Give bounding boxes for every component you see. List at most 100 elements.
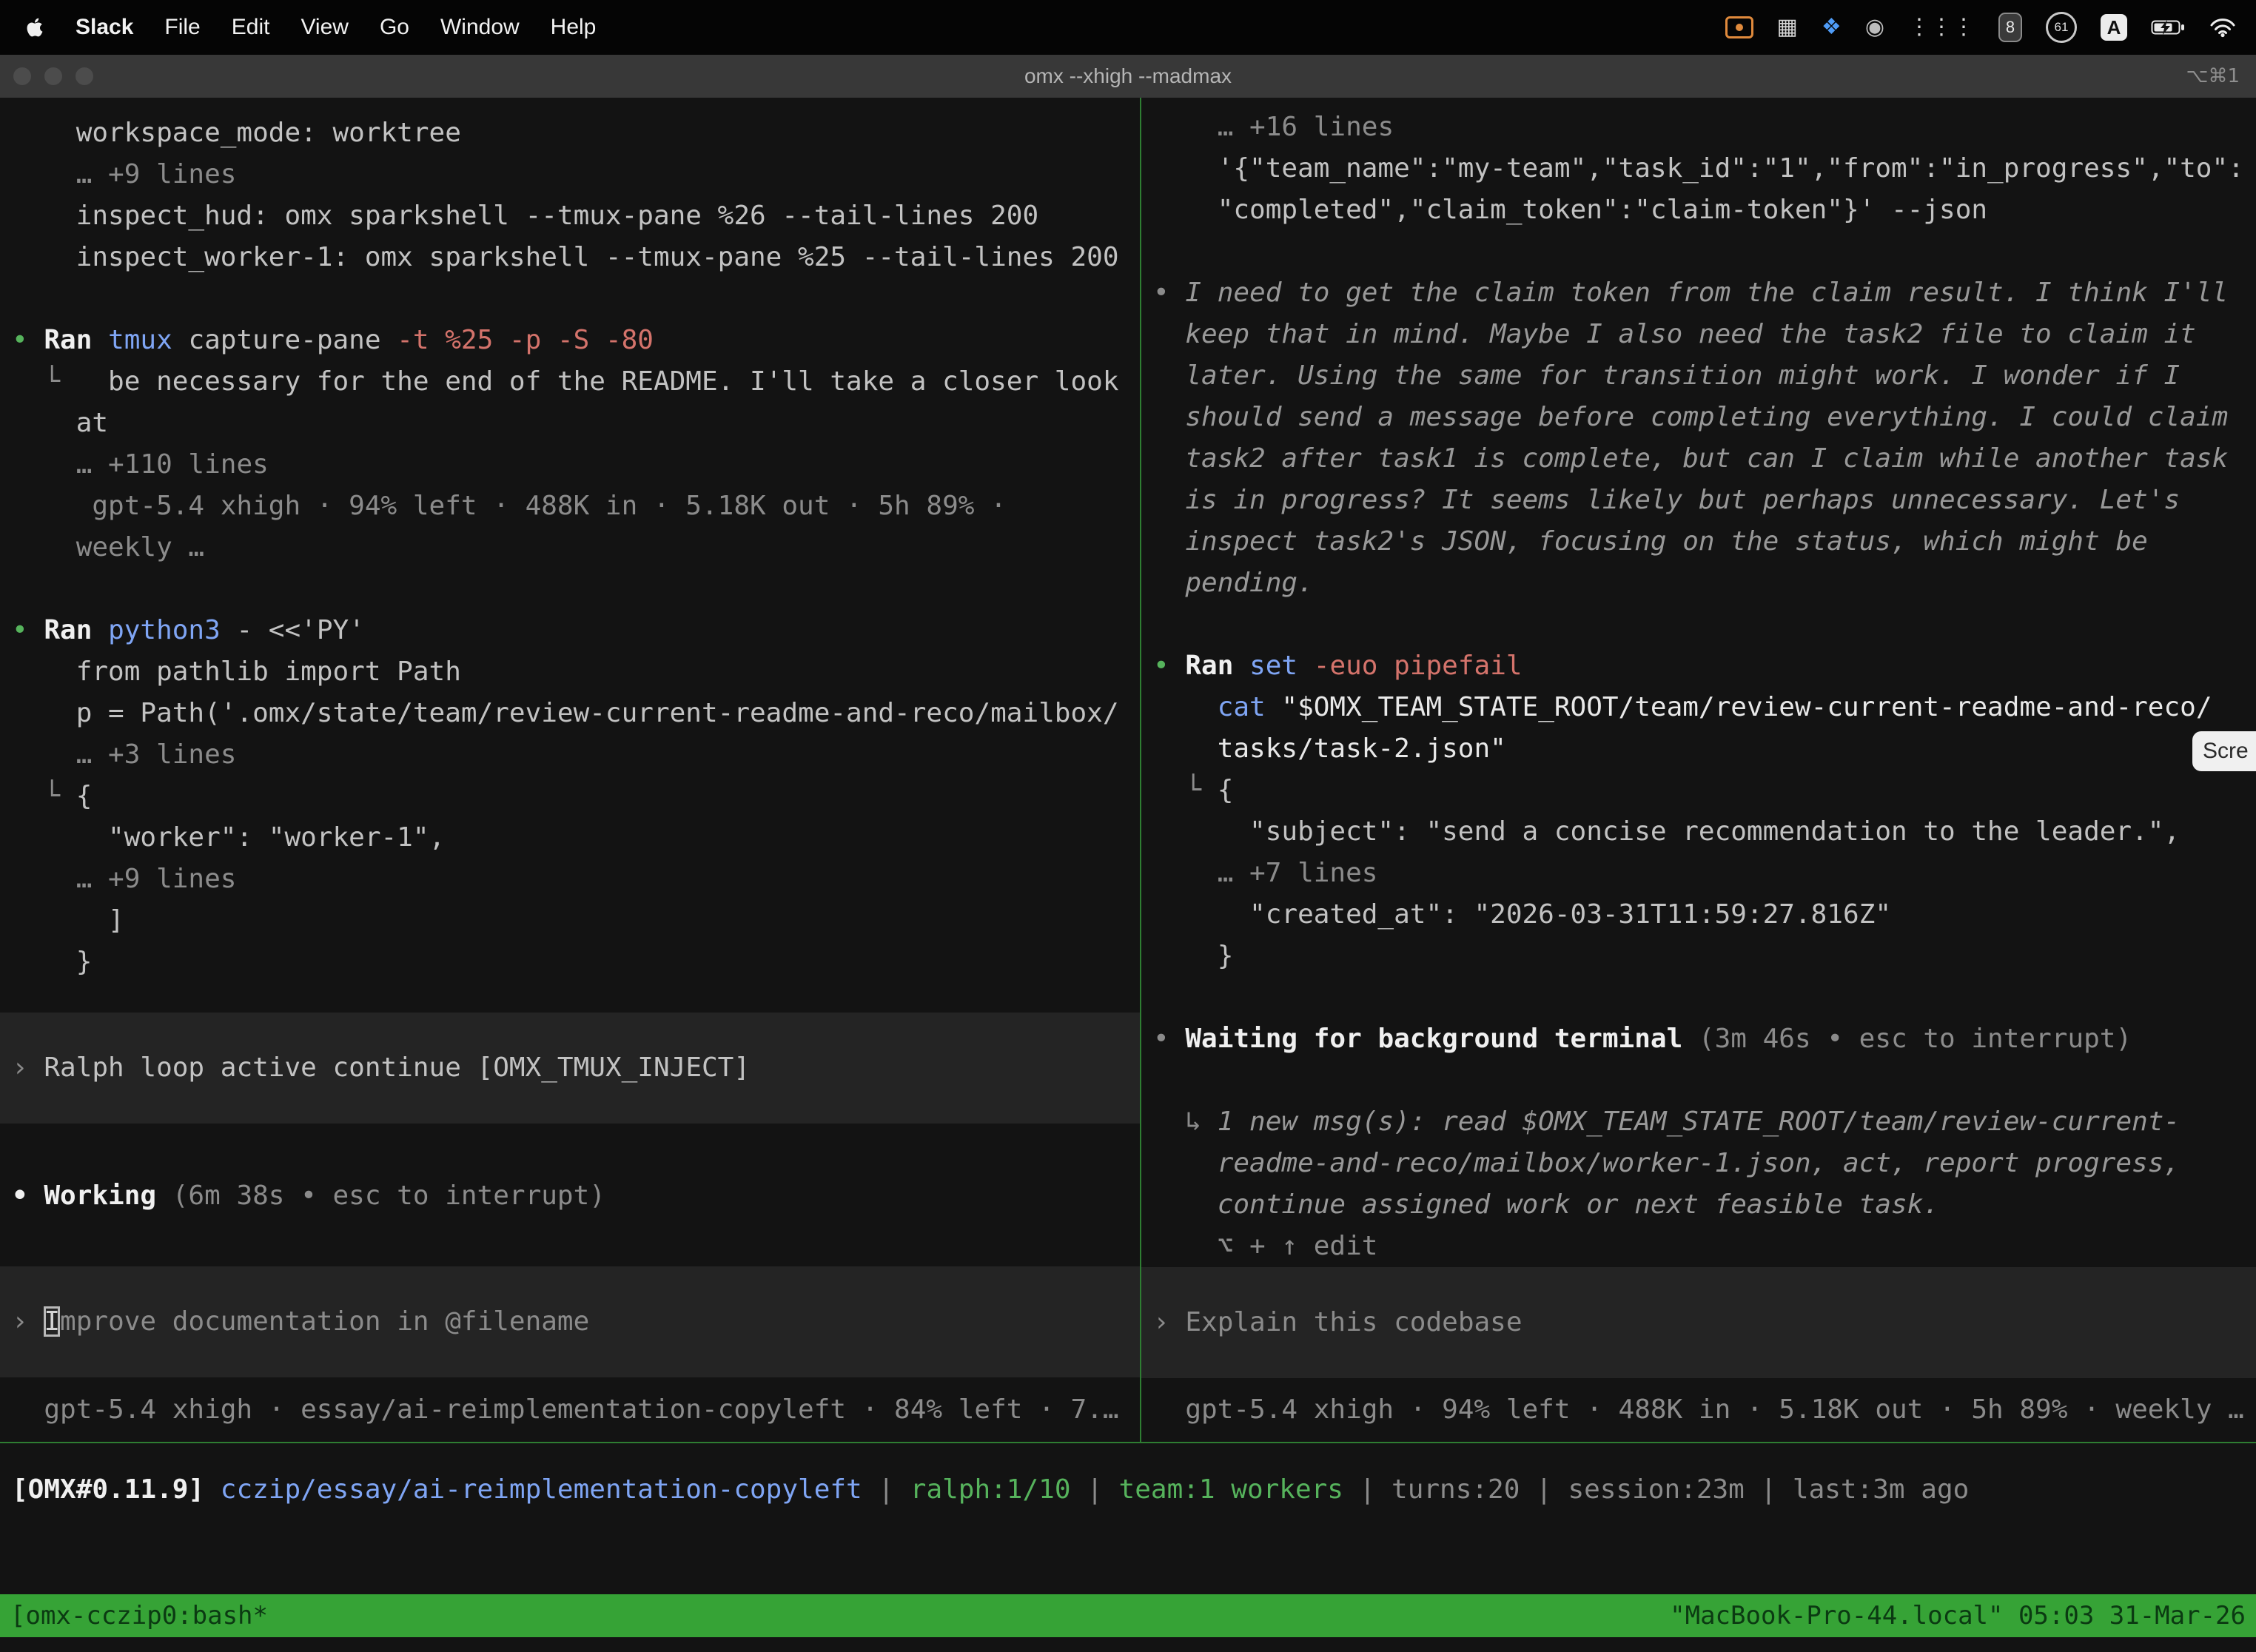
terminal-line: "subject": "send a concise recommendatio…: [1141, 811, 2256, 853]
terminal-text: }: [1153, 941, 1233, 971]
terminal-text: at: [12, 408, 108, 438]
terminal-line: › Explain this codebase: [1141, 1302, 2256, 1343]
terminal-text: from pathlib import Path: [12, 657, 461, 687]
status-segment: |: [1520, 1474, 1568, 1505]
terminal-text: be necessary for the end of the README. …: [108, 366, 1118, 397]
menu-item-view[interactable]: View: [301, 15, 348, 40]
grid-window-icon[interactable]: ▦: [1777, 0, 1798, 55]
terminal-text: •: [12, 615, 44, 645]
terminal-line: "worker": "worker-1",: [0, 817, 1140, 859]
terminal-text: p = Path('.omx/state/team/review-current…: [12, 698, 1119, 728]
terminal-line: continue assigned work or next feasible …: [1141, 1184, 2256, 1226]
terminal-text: ›: [12, 1052, 44, 1083]
terminal-line: ⌥ + ↑ edit: [1141, 1226, 2256, 1267]
terminal-text: Ran: [44, 615, 108, 645]
menu-item-help[interactable]: Help: [551, 15, 597, 40]
terminal-line: gpt-5.4 xhigh · 94% left · 488K in · 5.1…: [1141, 1389, 2256, 1431]
terminal-line: '{"team_name":"my-team","task_id":"1","f…: [1141, 148, 2256, 189]
terminal-text: [1153, 858, 1218, 888]
ralph-loop-banner[interactable]: › Ralph loop active continue [OMX_TMUX_I…: [0, 1013, 1140, 1124]
composer-input[interactable]: › Improve documentation in @filename: [0, 1266, 1140, 1377]
terminal-text: [1153, 112, 1218, 142]
status-segment: session:23m: [1568, 1474, 1744, 1505]
terminal-blank-line: [1141, 1060, 2256, 1101]
status-segment: |: [862, 1474, 910, 1505]
terminal-line: weekly …: [0, 527, 1140, 568]
window-title: omx --xhigh --madmax: [0, 64, 2256, 88]
terminal-line: tasks/task-2.json": [1141, 728, 2256, 770]
terminal-text: └: [1153, 775, 1218, 805]
terminal-line: from pathlib import Path: [0, 651, 1140, 693]
terminal-text: Ran: [1185, 651, 1249, 681]
terminal-line: gpt-5.4 xhigh · 94% left · 488K in · 5.1…: [0, 486, 1140, 527]
terminal-text: capture-pane: [172, 325, 397, 355]
dots-grid-icon[interactable]: ⋮⋮⋮: [1908, 0, 1975, 55]
terminal-line: "completed","claim_token":"claim-token"}…: [1141, 189, 2256, 231]
status-segment: last:3m ago: [1793, 1474, 1969, 1505]
terminal-line: cat "$OMX_TEAM_STATE_ROOT/team/review-cu…: [1141, 687, 2256, 728]
input-source-icon[interactable]: A: [2101, 14, 2127, 41]
terminal-pane-left[interactable]: workspace_mode: worktree … +9 lines insp…: [0, 98, 1140, 1442]
terminal-line: › Improve documentation in @filename: [0, 1301, 1140, 1343]
terminal-text: Working: [44, 1181, 172, 1211]
wifi-icon[interactable]: [2209, 17, 2237, 38]
terminal: workspace_mode: worktree … +9 lines insp…: [0, 98, 2256, 1652]
terminal-text: (3m 46s • esc to interrupt): [1699, 1024, 2132, 1054]
menu-item-window[interactable]: Window: [440, 15, 520, 40]
gauge-icon[interactable]: 61: [2046, 12, 2077, 43]
status-segment: turns:20: [1391, 1474, 1520, 1505]
menu-item-edit[interactable]: Edit: [232, 15, 270, 40]
terminal-line: … +16 lines: [1141, 107, 2256, 148]
terminal-line: task2 after task1 is complete, but can I…: [1141, 438, 2256, 480]
terminal-line: is in progress? It seems likely but perh…: [1141, 480, 2256, 521]
terminal-text: 1 new msg(s): read $OMX_TEAM_STATE_ROOT/…: [1218, 1107, 2180, 1137]
menu-item-file[interactable]: File: [164, 15, 200, 40]
terminal-text: └: [12, 366, 108, 397]
screenshot-thumbnail[interactable]: Scre: [2192, 731, 2256, 771]
terminal-line: • Ran python3 - <<'PY': [0, 610, 1140, 651]
terminal-text: set: [1249, 651, 1297, 681]
terminal-text: … +3 lines: [76, 739, 237, 770]
terminal-line: … +9 lines: [0, 154, 1140, 195]
terminal-text: is in progress? It seems likely but perh…: [1153, 485, 2180, 515]
window-title-bar[interactable]: omx --xhigh --madmax ⌥⌘1: [0, 55, 2256, 99]
blue-app-icon[interactable]: ❖: [1822, 0, 1842, 55]
terminal-line: workspace_mode: worktree: [0, 113, 1140, 154]
tmux-host-time: "MacBook-Pro-44.local" 05:03 31-Mar-26: [1670, 1601, 2246, 1631]
terminal-text: "$OMX_TEAM_STATE_ROOT/team/review-curren…: [1266, 692, 2212, 722]
pane-divider-horizontal: [0, 1442, 2256, 1443]
terminal-text: gpt-5.4 xhigh · 94% left · 488K in · 5.1…: [1153, 1394, 2244, 1425]
tmux-session-label: [omx-cczip0:bash*: [10, 1601, 268, 1631]
battery-icon[interactable]: [2151, 19, 2185, 36]
menu-item-go[interactable]: Go: [380, 15, 409, 40]
key-app-icon[interactable]: 8: [1998, 13, 2022, 42]
terminal-line: readme-and-reco/mailbox/worker-1.json, a…: [1141, 1143, 2256, 1184]
terminal-line: • Waiting for background terminal (3m 46…: [1141, 1018, 2256, 1060]
terminal-text: •: [12, 1181, 44, 1211]
screen: Slack File Edit View Go Window Help ▦ ❖ ◉ ⋮⋮⋮ 8 61…: [0, 0, 2256, 1652]
composer-input[interactable]: › Explain this codebase: [1141, 1267, 2256, 1378]
terminal-text: keep that in mind. Maybe I also need the…: [1153, 319, 2196, 349]
terminal-text: •: [12, 325, 44, 355]
terminal-text: cat: [1218, 692, 1266, 722]
apple-menu-icon[interactable]: [25, 16, 44, 38]
terminal-text: [12, 739, 76, 770]
terminal-pane-right[interactable]: … +16 lines '{"team_name":"my-team","tas…: [1141, 98, 2256, 1442]
terminal-text: -euo pipefail: [1314, 651, 1523, 681]
dark-circle-app-icon[interactable]: ◉: [1865, 0, 1884, 55]
menu-status-icons: ▦ ❖ ◉ ⋮⋮⋮ 8 61 A: [1725, 0, 2256, 55]
terminal-text: inspect_worker-1: omx sparkshell --tmux-…: [12, 242, 1119, 272]
terminal-text: … +9 lines: [76, 864, 237, 894]
terminal-text: … +7 lines: [1218, 858, 1378, 888]
terminal-line: … +3 lines: [0, 734, 1140, 776]
terminal-text: Explain this codebase: [1185, 1307, 1522, 1337]
status-segment: |: [1343, 1474, 1391, 1505]
terminal-line: at: [0, 403, 1140, 444]
terminal-text: workspace_mode: worktree: [12, 118, 461, 148]
screen-recording-icon[interactable]: [1725, 16, 1753, 38]
terminal-text: Waiting for background terminal: [1185, 1024, 1699, 1054]
terminal-line: p = Path('.omx/state/team/review-current…: [0, 693, 1140, 734]
menu-app-name[interactable]: Slack: [75, 15, 133, 40]
terminal-line: • Ran tmux capture-pane -t %25 -p -S -80: [0, 320, 1140, 361]
terminal-text: Ran: [44, 325, 108, 355]
